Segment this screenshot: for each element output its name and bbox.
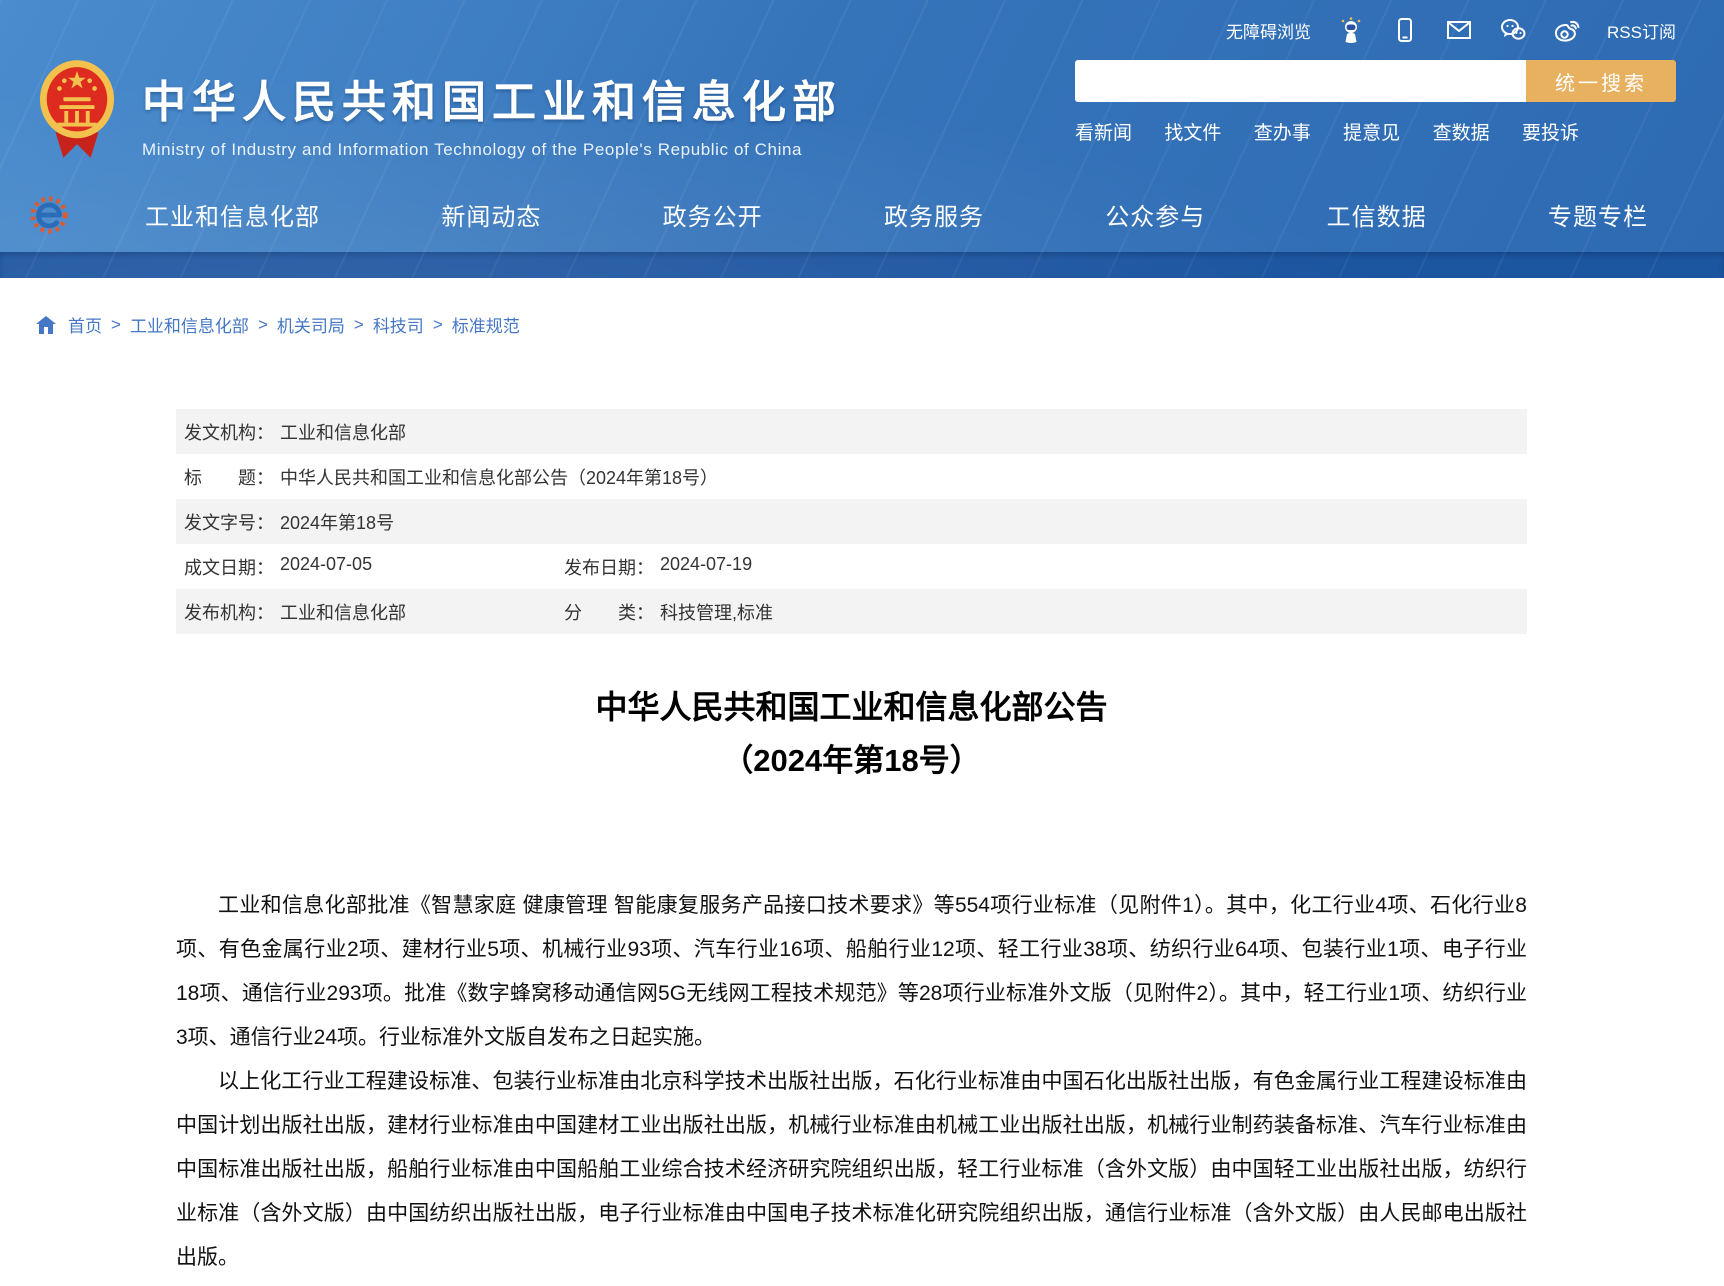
mail-icon[interactable] xyxy=(1445,16,1473,44)
meta-label: 发文机构： xyxy=(184,419,274,445)
document-meta-table: 发文机构： 工业和信息化部 标 题： 中华人民共和国工业和信息化部公告（2024… xyxy=(176,409,1527,634)
search-button[interactable]: 统一搜索 xyxy=(1526,60,1676,102)
meta-label: 发布机构： xyxy=(184,599,274,625)
meta-label: 标 题： xyxy=(184,464,274,490)
quick-link-suggest[interactable]: 提意见 xyxy=(1343,118,1400,145)
gov-e-logo-icon[interactable] xyxy=(28,194,70,236)
meta-label: 分 类： xyxy=(564,599,654,625)
article-title-line1: 中华人民共和国工业和信息化部公告 xyxy=(176,684,1527,730)
mobile-icon[interactable] xyxy=(1391,16,1419,44)
weibo-icon[interactable] xyxy=(1553,16,1581,44)
quick-link-news[interactable]: 看新闻 xyxy=(1075,118,1132,145)
meta-row-doc-number: 发文字号： 2024年第18号 xyxy=(176,499,1527,544)
breadcrumb-item-departments[interactable]: 机关司局 xyxy=(277,312,345,337)
nav-item-participation[interactable]: 公众参与 xyxy=(1105,197,1205,232)
nav-item-topics[interactable]: 专题专栏 xyxy=(1548,197,1648,232)
rss-link[interactable]: RSS订阅 xyxy=(1607,18,1676,43)
breadcrumb-item-home[interactable]: 首页 xyxy=(68,312,102,337)
meta-value: 工业和信息化部 xyxy=(280,599,406,625)
quick-link-data[interactable]: 查数据 xyxy=(1433,118,1490,145)
meta-value: 中华人民共和国工业和信息化部公告（2024年第18号） xyxy=(280,464,718,490)
utility-row: 无障碍浏览 xyxy=(1036,16,1676,44)
quick-link-complaint[interactable]: 要投诉 xyxy=(1522,118,1579,145)
quick-link-services[interactable]: 查办事 xyxy=(1254,118,1311,145)
breadcrumb-item-science-dept[interactable]: 科技司 xyxy=(373,312,424,337)
article-title-line2: （2024年第18号） xyxy=(176,738,1527,784)
site-brand[interactable]: 中华人民共和国工业和信息化部 Ministry of Industry and … xyxy=(38,58,842,160)
meta-row-issuing-agency: 发文机构： 工业和信息化部 xyxy=(176,409,1527,454)
nav-item-data[interactable]: 工信数据 xyxy=(1327,197,1427,232)
breadcrumb-separator: > xyxy=(258,315,268,335)
nav-item-gov-service[interactable]: 政务服务 xyxy=(884,197,984,232)
home-icon[interactable] xyxy=(36,316,56,334)
site-header: 中华人民共和国工业和信息化部 Ministry of Industry and … xyxy=(0,0,1724,278)
article-paragraph: 以上化工行业工程建设标准、包装行业标准由北京科学技术出版社出版，石化行业标准由中… xyxy=(176,1060,1527,1280)
meta-value: 科技管理,标准 xyxy=(660,599,773,625)
breadcrumb-item-ministry[interactable]: 工业和信息化部 xyxy=(130,312,249,337)
meta-label: 发布日期： xyxy=(564,554,654,580)
article-paragraph: 工业和信息化部批准《智慧家庭 健康管理 智能康复服务产品接口技术要求》等554项… xyxy=(176,884,1527,1060)
quick-link-files[interactable]: 找文件 xyxy=(1164,118,1221,145)
meta-value: 2024年第18号 xyxy=(280,509,394,535)
breadcrumb: 首页 > 工业和信息化部 > 机关司局 > 科技司 > 标准规范 xyxy=(0,278,1724,337)
nav-item-ministry[interactable]: 工业和信息化部 xyxy=(145,197,320,232)
article-body: 工业和信息化部批准《智慧家庭 健康管理 智能康复服务产品接口技术要求》等554项… xyxy=(176,884,1527,1280)
nav-item-news[interactable]: 新闻动态 xyxy=(441,197,541,232)
header-top: 中华人民共和国工业和信息化部 Ministry of Industry and … xyxy=(0,0,1724,176)
national-emblem-icon xyxy=(38,58,116,160)
meta-row-dates: 成文日期： 2024-07-05 发布日期： 2024-07-19 xyxy=(176,544,1527,589)
header-right: 无障碍浏览 xyxy=(1036,0,1676,145)
document-content: 发文机构： 工业和信息化部 标 题： 中华人民共和国工业和信息化部公告（2024… xyxy=(176,409,1527,1280)
header-strip xyxy=(0,252,1724,278)
nav-item-gov-open[interactable]: 政务公开 xyxy=(663,197,763,232)
breadcrumb-separator: > xyxy=(354,315,364,335)
breadcrumb-separator: > xyxy=(433,315,443,335)
meta-label: 发文字号： xyxy=(184,509,274,535)
meta-label: 成文日期： xyxy=(184,554,274,580)
meta-row-title: 标 题： 中华人民共和国工业和信息化部公告（2024年第18号） xyxy=(176,454,1527,499)
meta-row-publisher-category: 发布机构： 工业和信息化部 分 类： 科技管理,标准 xyxy=(176,589,1527,634)
breadcrumb-item-standards[interactable]: 标准规范 xyxy=(452,312,520,337)
wechat-icon[interactable] xyxy=(1499,16,1527,44)
meta-value: 2024-07-19 xyxy=(660,554,752,580)
robot-mascot-icon[interactable] xyxy=(1337,16,1365,44)
search-bar: 统一搜索 xyxy=(1075,60,1676,102)
quick-links: 看新闻 找文件 查办事 提意见 查数据 要投诉 xyxy=(1075,118,1579,145)
search-input[interactable] xyxy=(1075,60,1526,102)
site-title: 中华人民共和国工业和信息化部 xyxy=(142,66,842,130)
nav-items: 工业和信息化部 新闻动态 政务公开 政务服务 公众参与 工信数据 专题专栏 xyxy=(145,197,1648,232)
breadcrumb-separator: > xyxy=(111,315,121,335)
accessibility-link[interactable]: 无障碍浏览 xyxy=(1226,18,1311,43)
meta-value: 工业和信息化部 xyxy=(280,419,406,445)
main-nav: 工业和信息化部 新闻动态 政务公开 政务服务 公众参与 工信数据 专题专栏 xyxy=(0,176,1724,252)
site-subtitle: Ministry of Industry and Information Tec… xyxy=(142,140,842,160)
meta-value: 2024-07-05 xyxy=(280,554,372,580)
